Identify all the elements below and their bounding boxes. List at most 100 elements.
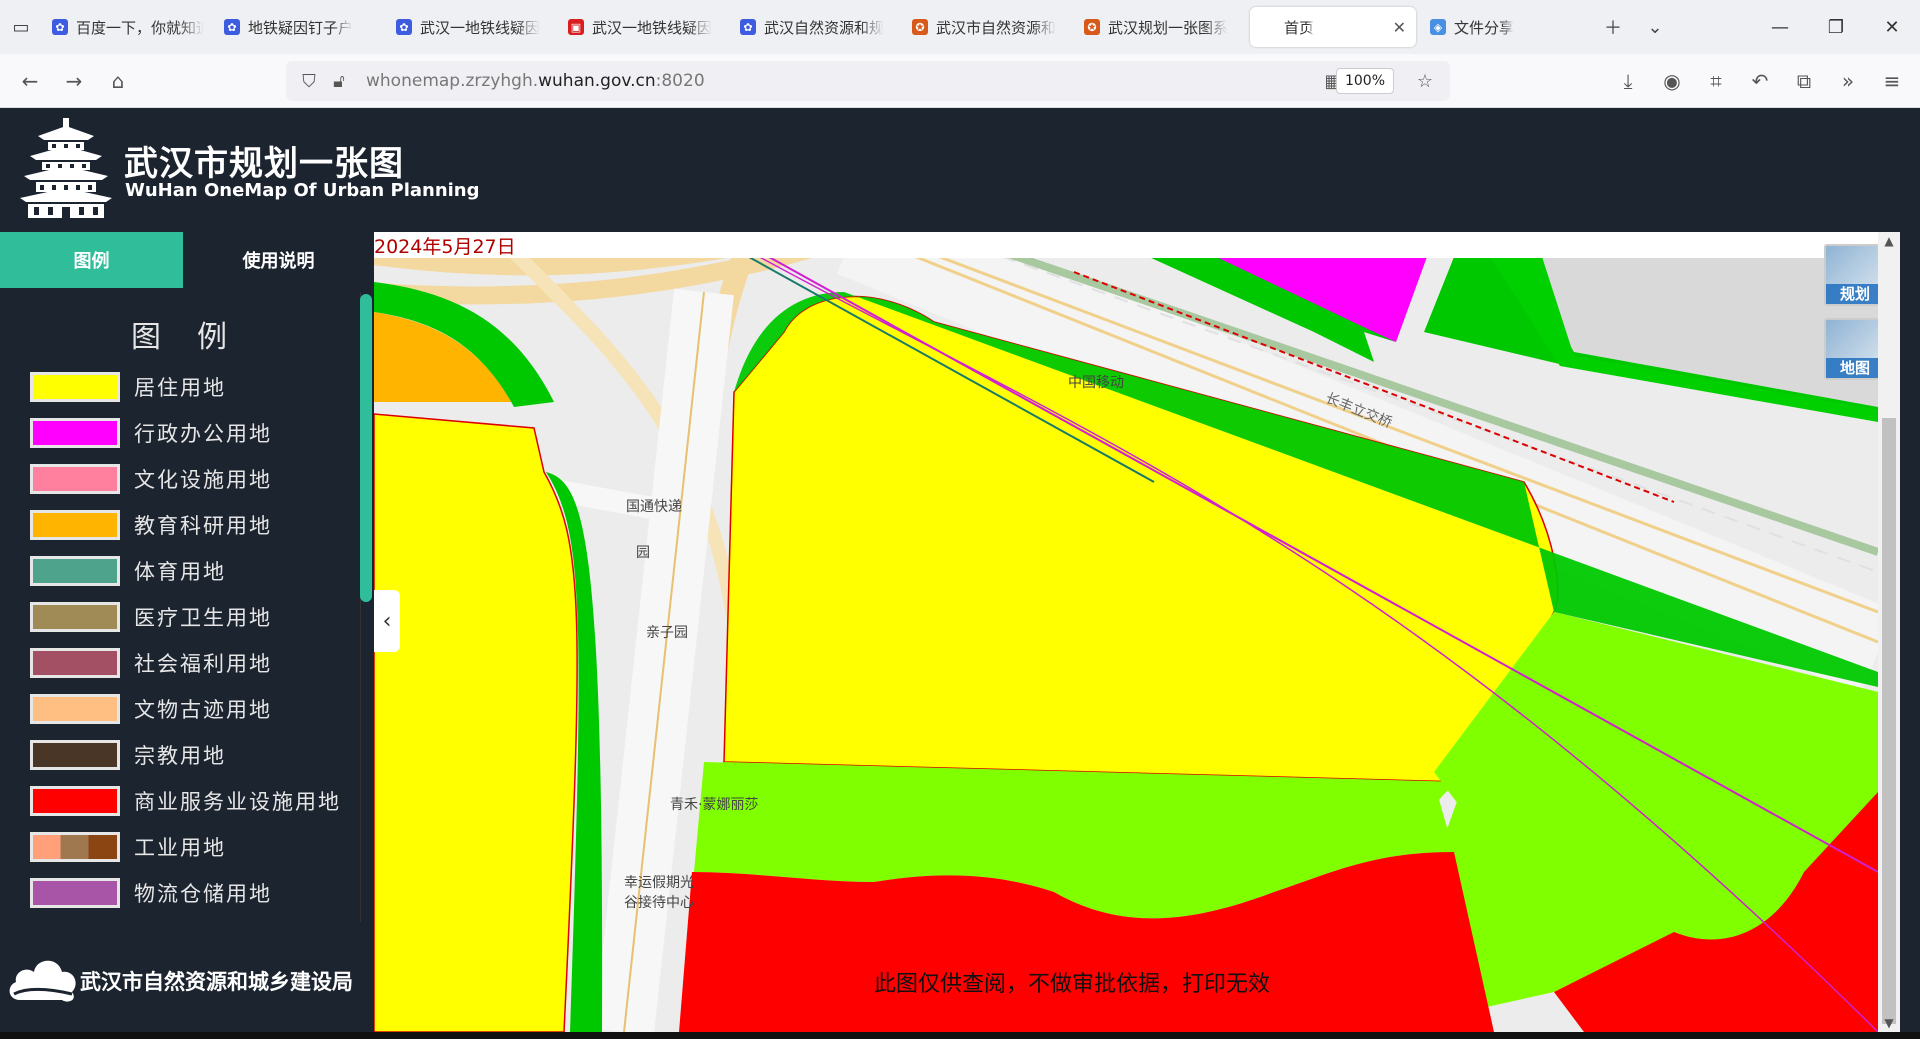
map-label-garden: 园 [636, 545, 650, 561]
browser-tab[interactable]: ✿ 武汉自然资源和规 [730, 7, 902, 47]
legend-label: 工业用地 [134, 836, 226, 860]
page-scrollbar-thumb[interactable] [1882, 418, 1896, 1024]
legend-label: 体育用地 [134, 560, 226, 584]
browser-tab[interactable]: ✪ 武汉规划一张图系 [1074, 7, 1246, 47]
map-label-tour-2: 谷接待中心 [624, 895, 694, 911]
legend-label: 教育科研用地 [134, 514, 272, 538]
legend-swatch [30, 372, 120, 402]
zoom-level[interactable]: 100% [1335, 68, 1394, 94]
date-bar [374, 232, 1878, 258]
tab-title: 武汉一地铁线疑因 [420, 18, 541, 37]
legend-label: 宗教用地 [134, 744, 226, 768]
browser-tab[interactable]: ✿ 百度一下，你就知道 [42, 7, 214, 47]
legend-swatch [30, 556, 120, 586]
tab-title: 武汉规划一张图系 [1108, 18, 1229, 37]
legend-item: 教育科研用地 [30, 502, 350, 548]
map-canvas[interactable]: 中国移动 国通快递 园 亲子园 青禾·蒙娜丽莎 幸运假期光 谷接待中心 长丰立交… [374, 232, 1878, 1032]
new-tab-button[interactable]: ＋ [1592, 6, 1634, 48]
legend-swatch [30, 602, 120, 632]
scroll-up-icon[interactable]: ▲ [1878, 234, 1900, 248]
org-name: 武汉市自然资源和城乡建设局 [80, 970, 353, 994]
tab-overflow-chevron-icon[interactable]: ⌄ [1634, 6, 1676, 48]
baidu-paw-favicon-icon: ✿ [396, 19, 412, 35]
close-tab-icon[interactable]: ✕ [1393, 18, 1406, 37]
scroll-down-icon[interactable]: ▼ [1878, 1016, 1900, 1030]
emblem-favicon-icon: ✪ [1084, 19, 1100, 35]
tab-list-icon[interactable]: ▭ [0, 6, 42, 48]
legend-label: 商业服务业设施用地 [134, 790, 341, 814]
browser-tab[interactable]: 首页 ✕ [1250, 7, 1416, 47]
legend-swatch [30, 510, 120, 540]
legend-item: 医疗卫生用地 [30, 594, 350, 640]
tab-title: 百度一下，你就知道 [76, 18, 204, 37]
browser-tab[interactable]: ◈ 文件分享 [1420, 7, 1592, 47]
tab-legend[interactable]: 图例 [0, 232, 183, 288]
extensions-icon[interactable]: ⧉ [1782, 59, 1826, 103]
lock-icon[interactable]: 🔓︎ [324, 71, 354, 92]
account-icon[interactable]: ◉ [1650, 59, 1694, 103]
legend-item: 文化设施用地 [30, 456, 350, 502]
map-label-china-mobile: 中国移动 [1068, 375, 1124, 391]
legend-item: 文物古迹用地 [30, 686, 350, 732]
shield-icon[interactable]: ⛉ [294, 71, 324, 92]
legend-swatch [30, 786, 120, 816]
tab-title: 文件分享 [1454, 18, 1515, 37]
sidebar-footer: 武汉市自然资源和城乡建设局 [0, 922, 374, 1039]
legend-label: 社会福利用地 [134, 652, 272, 676]
legend-scrollbar-thumb[interactable] [360, 294, 372, 602]
basemap-layer-button[interactable]: 地图 [1824, 318, 1886, 380]
tab-title: 武汉市自然资源和 [936, 18, 1057, 37]
overflow-chevrons-icon[interactable]: » [1826, 59, 1870, 103]
app-title: 武汉市规划一张图 [124, 144, 404, 184]
news-favicon-icon: ▣ [568, 19, 584, 35]
restore-button[interactable]: ❐ [1808, 17, 1864, 38]
menu-icon[interactable]: ≡ [1870, 59, 1914, 103]
map-disclaimer: 此图仅供查阅，不做审批依据，打印无效 [874, 972, 1271, 997]
legend-item: 工业用地 [30, 824, 350, 870]
browser-tab[interactable]: ✪ 武汉市自然资源和 [902, 7, 1074, 47]
minimize-button[interactable]: — [1752, 17, 1808, 38]
map-date: 2024年5月27日 [374, 236, 516, 258]
forward-arrow-icon[interactable]: → [52, 59, 96, 103]
download-icon[interactable]: ⤓ [1606, 59, 1650, 103]
share-favicon-icon: ◈ [1430, 19, 1446, 35]
legend-item: 居住用地 [30, 364, 350, 410]
legend-swatch [30, 648, 120, 678]
legend-list: 居住用地行政办公用地 文化设施用地 教育科研用地 体育用地医疗卫生用地社会福利用地文物… [30, 364, 350, 916]
legend-swatch [30, 694, 120, 724]
tab-title: 首页 [1284, 18, 1315, 37]
map-label-express: 国通快递 [626, 499, 682, 515]
browser-tab[interactable]: ▣ 武汉一地铁线疑因 [558, 7, 730, 47]
legend-label: 居住用地 [134, 376, 226, 400]
browser-tab[interactable]: ✿ 地铁疑因钉子户 [214, 7, 386, 47]
page-scrollbar[interactable]: ▲ ▼ [1878, 232, 1900, 1032]
close-window-button[interactable]: ✕ [1864, 17, 1920, 38]
none-favicon-icon [1260, 19, 1276, 35]
tab-title: 武汉自然资源和规 [764, 18, 885, 37]
star-icon[interactable]: ☆ [1410, 71, 1440, 92]
crop-icon[interactable]: ⌗ [1694, 59, 1738, 103]
home-icon[interactable]: ⌂ [96, 59, 140, 103]
collapse-sidebar-chevron-icon[interactable]: ‹ [374, 590, 400, 652]
url-text[interactable]: whonemap.zrzyhgh.wuhan.gov.cn:8020 [366, 71, 705, 91]
legend-swatch [30, 832, 120, 862]
legend-item: 行政办公用地 [30, 410, 350, 456]
browser-nav-bar: ← → ⌂ ⛉ 🔓︎ whonemap.zrzyhgh.wuhan.gov.cn… [0, 54, 1920, 108]
legend-swatch [30, 878, 120, 908]
legend-label: 行政办公用地 [134, 422, 272, 446]
undo-icon[interactable]: ↶ [1738, 59, 1782, 103]
taskbar-edge [0, 1032, 1920, 1039]
legend-label: 文化设施用地 [134, 468, 272, 492]
browser-tab[interactable]: ✿ 武汉一地铁线疑因 [386, 7, 558, 47]
back-arrow-icon[interactable]: ← [8, 59, 52, 103]
legend-item: 宗教用地 [30, 732, 350, 778]
app-subtitle: WuHan OneMap Of Urban Planning [125, 180, 480, 201]
browser-tab-bar: ▭ ✿ 百度一下，你就知道 ✿ 地铁疑因钉子户 ✿ 武汉一地铁线疑因 ▣ 武汉一地铁线疑因 ✿ 武… [0, 0, 1920, 54]
legend-swatch [30, 418, 120, 448]
plan-layer-button[interactable]: 规划 [1824, 244, 1886, 306]
baidu-paw-favicon-icon: ✿ [740, 19, 756, 35]
land-use-map[interactable] [374, 232, 1878, 1032]
tab-instructions[interactable]: 使用说明 [183, 232, 374, 288]
url-bar[interactable]: ⛉ 🔓︎ whonemap.zrzyhgh.wuhan.gov.cn:8020 … [286, 61, 1450, 101]
map-label-residence: 青禾·蒙娜丽莎 [670, 797, 759, 813]
